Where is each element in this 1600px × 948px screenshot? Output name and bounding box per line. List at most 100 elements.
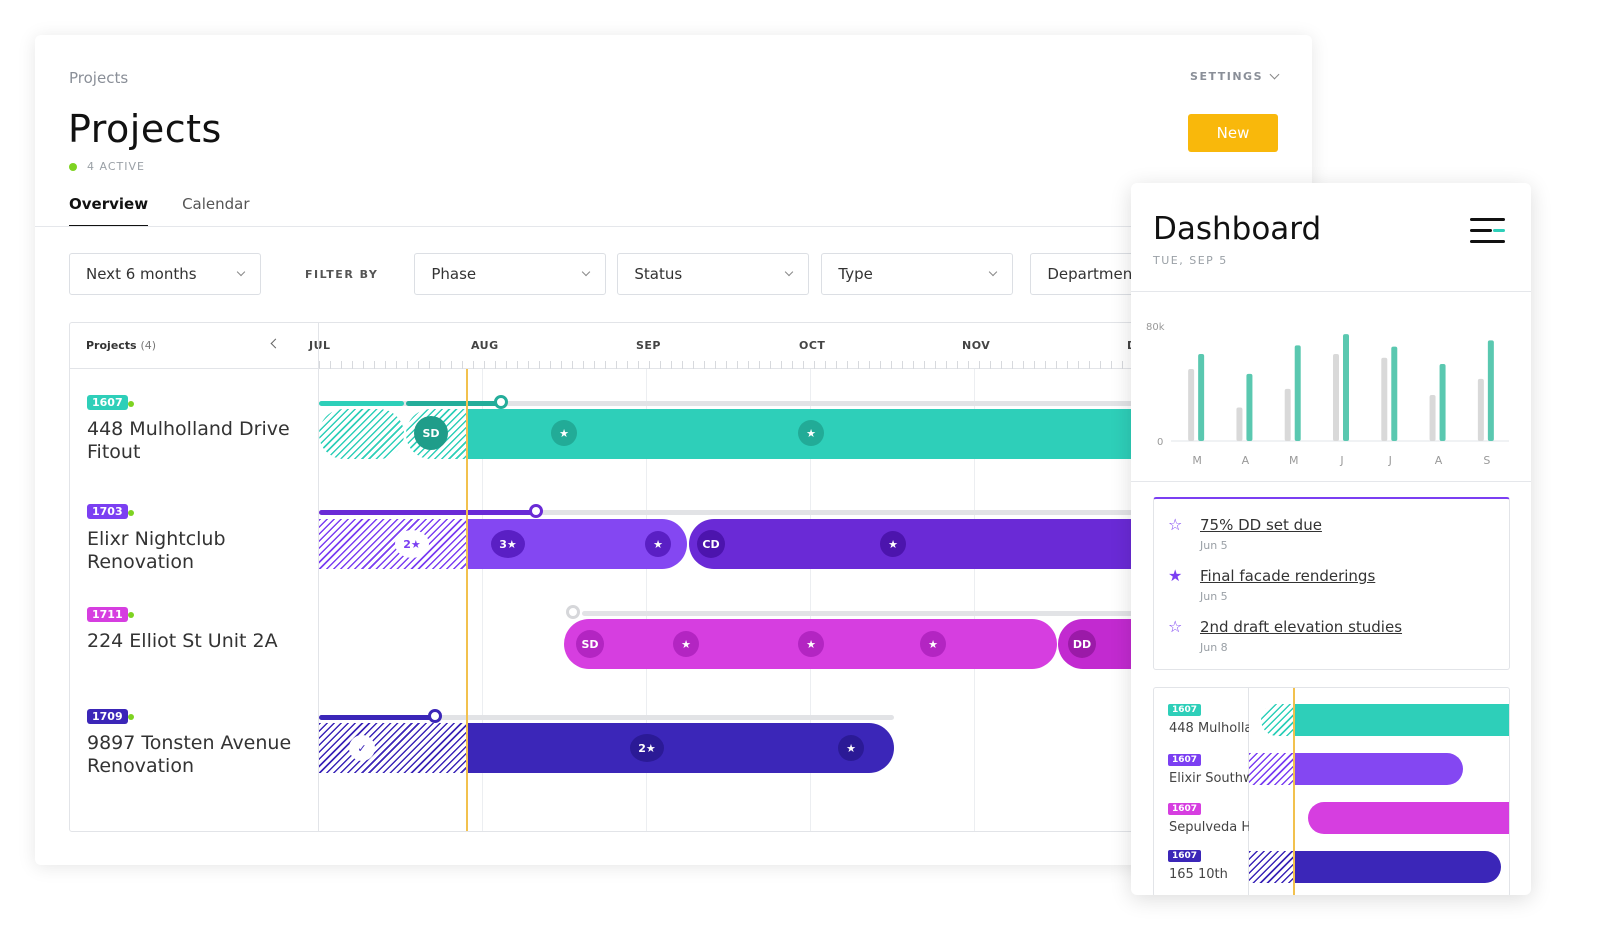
- dashboard-date: TUE, SEP 5: [1153, 254, 1228, 267]
- star-icon[interactable]: ★: [838, 735, 864, 761]
- phase-bar-complete[interactable]: [319, 409, 404, 459]
- star-icon[interactable]: ★: [880, 531, 906, 557]
- star-outline-icon: ☆: [1168, 617, 1183, 636]
- new-project-button[interactable]: New: [1188, 114, 1278, 152]
- project-name-line: 448 Mulholland Drive: [87, 418, 290, 440]
- phase-bar-complete[interactable]: [319, 723, 466, 773]
- settings-label: SETTINGS: [1190, 70, 1263, 83]
- mini-timeline: 1607 448 Mulholland 1607 Elixir Southwes…: [1153, 687, 1510, 895]
- today-indicator: [466, 369, 468, 831]
- menu-icon[interactable]: [1470, 218, 1505, 244]
- project-name[interactable]: Elixr Nightclub Renovation: [87, 528, 226, 574]
- settings-dropdown[interactable]: SETTINGS: [1190, 69, 1280, 83]
- chevron-down-icon: [989, 267, 998, 277]
- x-tick-label: M: [1289, 454, 1299, 467]
- chart-bar: [1236, 407, 1243, 441]
- chart-bar: [1381, 357, 1388, 441]
- progress-fill: [319, 715, 434, 720]
- phase-bar-complete[interactable]: [1261, 704, 1294, 736]
- chart-bar: [1284, 388, 1291, 441]
- status-select[interactable]: Status: [617, 253, 810, 295]
- timeline-ticks: [319, 361, 1268, 369]
- status-dot-icon: [128, 510, 134, 516]
- active-count: 4 ACTIVE: [87, 160, 145, 173]
- clock-icon[interactable]: [494, 395, 508, 409]
- chart-bar: [1246, 373, 1253, 441]
- star-icon[interactable]: ★: [920, 631, 946, 657]
- chart-bar: [1487, 340, 1494, 441]
- project-name[interactable]: 448 Mulholland: [1169, 721, 1249, 736]
- milestone-title[interactable]: Final facade renderings: [1200, 567, 1375, 585]
- chevron-down-icon: [785, 267, 794, 277]
- milestones-list: ☆ 75% DD set due Jun 5 ★ Final facade re…: [1153, 497, 1510, 670]
- star-icon[interactable]: ★: [798, 631, 824, 657]
- month-label: SEP: [636, 339, 661, 352]
- project-number-badge: 1607: [87, 395, 128, 410]
- phase-bar[interactable]: [1293, 851, 1501, 883]
- chevron-down-icon: [236, 267, 246, 277]
- project-name-line: Elixr Nightclub: [87, 528, 226, 550]
- phase-bar[interactable]: [1293, 704, 1509, 736]
- dashboard-title: Dashboard: [1153, 211, 1322, 247]
- phase-bar-complete[interactable]: [1249, 851, 1293, 883]
- milestone-marker[interactable]: 2★: [395, 530, 429, 558]
- clock-icon[interactable]: [428, 709, 442, 723]
- project-name[interactable]: 448 Mulholland Drive Fitout: [87, 418, 290, 464]
- milestone-marker[interactable]: SD: [414, 416, 448, 450]
- star-icon[interactable]: ★: [645, 531, 671, 557]
- phase-select[interactable]: Phase: [414, 253, 607, 295]
- check-icon[interactable]: ✓: [349, 735, 375, 761]
- projects-label: Projects: [86, 339, 137, 352]
- star-icon[interactable]: ★: [673, 631, 699, 657]
- project-number-badge: 1607: [1168, 803, 1202, 815]
- project-timeline: Projects (4) JUL AUG SEP OCT NOV D 1607 …: [69, 322, 1269, 832]
- progress-fill: [319, 401, 404, 406]
- milestone-date: Jun 8: [1200, 641, 1228, 654]
- date-range-select[interactable]: Next 6 months: [69, 253, 261, 295]
- tab-overview[interactable]: Overview: [69, 195, 149, 227]
- chevron-left-icon[interactable]: [270, 338, 281, 349]
- project-name[interactable]: Elixir Southwest: [1169, 771, 1249, 786]
- tab-calendar[interactable]: Calendar: [182, 195, 249, 227]
- milestone-marker[interactable]: SD: [576, 630, 604, 658]
- divider: [1131, 291, 1531, 292]
- milestone-marker[interactable]: 2★: [630, 734, 664, 762]
- milestone-marker[interactable]: CD: [697, 530, 725, 558]
- status-value: Status: [634, 265, 683, 283]
- clock-icon[interactable]: [566, 605, 580, 619]
- monthly-bar-chart: 80k 0 M A M J J A S: [1146, 322, 1509, 467]
- chart-bar: [1439, 363, 1446, 441]
- month-label: AUG: [471, 339, 499, 352]
- chart-bar: [1294, 345, 1301, 441]
- project-name[interactable]: Sepulveda Hills: [1169, 820, 1249, 835]
- filter-bar: Next 6 months FILTER BY Phase Status Typ…: [69, 253, 1223, 295]
- phase-bar-complete[interactable]: [1249, 753, 1293, 785]
- date-range-value: Next 6 months: [86, 265, 197, 283]
- star-icon[interactable]: ★: [551, 420, 577, 446]
- tab-bar: Overview Calendar: [69, 195, 250, 227]
- chart-bar: [1477, 378, 1484, 441]
- project-name-line: Renovation: [87, 755, 194, 777]
- clock-icon[interactable]: [529, 504, 543, 518]
- status-dot-icon: [128, 401, 134, 407]
- type-select[interactable]: Type: [821, 253, 1014, 295]
- milestone-marker[interactable]: DD: [1068, 630, 1096, 658]
- project-name[interactable]: 165 10th: [1169, 867, 1249, 882]
- milestone-title[interactable]: 2nd draft elevation studies: [1200, 618, 1402, 636]
- phase-bar-complete[interactable]: [319, 519, 466, 569]
- projects-column-label: Projects (4): [86, 339, 156, 352]
- type-value: Type: [838, 265, 873, 283]
- project-name[interactable]: 224 Elliot St Unit 2A: [87, 630, 278, 653]
- breadcrumb[interactable]: Projects: [69, 69, 128, 87]
- star-icon[interactable]: ★: [798, 420, 824, 446]
- phase-bar[interactable]: [1308, 802, 1509, 834]
- dashboard-panel: Dashboard TUE, SEP 5 80k 0 M A M J J A S ☆ 75% D…: [1131, 183, 1531, 895]
- milestone-marker[interactable]: 3★: [491, 530, 525, 558]
- milestone-title[interactable]: 75% DD set due: [1200, 516, 1322, 534]
- progress-fill: [406, 401, 501, 406]
- status-dot-icon: [128, 612, 134, 618]
- project-name[interactable]: 9897 Tonsten Avenue Renovation: [87, 732, 291, 778]
- phase-bar[interactable]: [1293, 753, 1463, 785]
- project-number-badge: 1709: [87, 709, 128, 724]
- phase-bar[interactable]: [466, 723, 894, 773]
